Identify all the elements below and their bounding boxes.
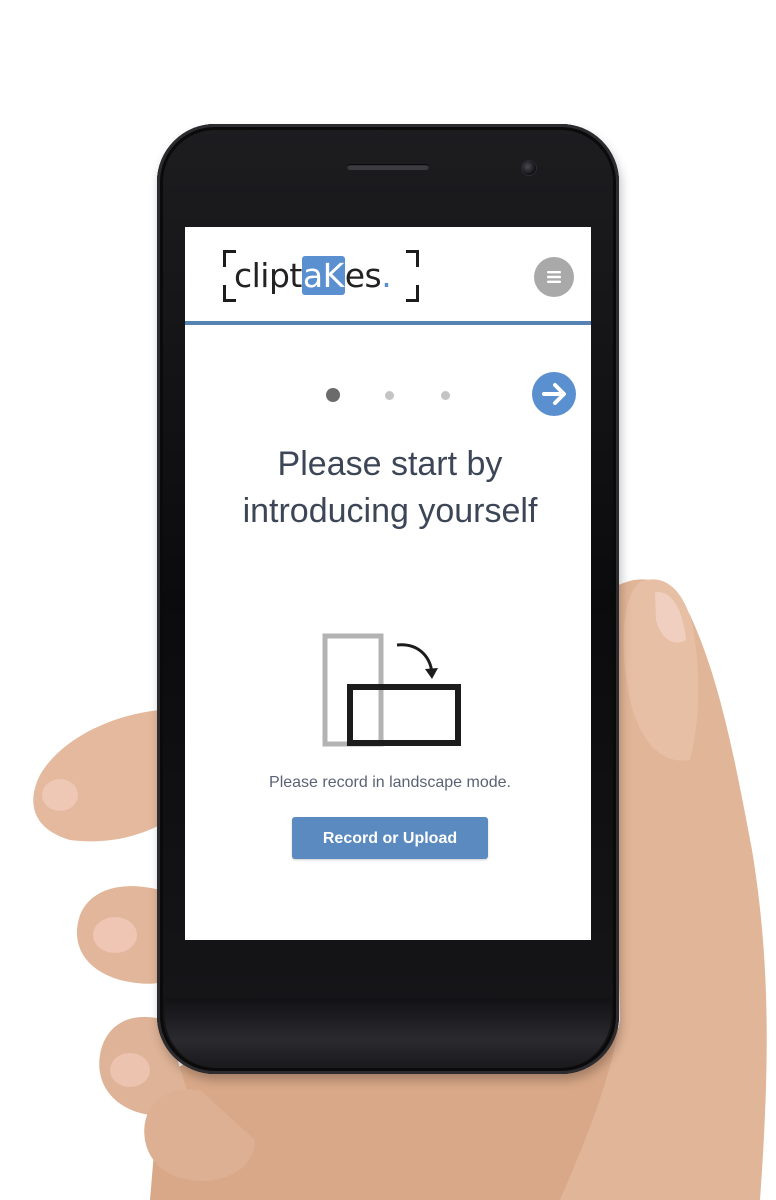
logo-bracket-top-right bbox=[406, 250, 419, 267]
logo-text-start: clipt bbox=[234, 256, 302, 295]
rotate-to-landscape-icon bbox=[322, 633, 461, 747]
page-title: Please start by introducing yourself bbox=[242, 445, 538, 530]
app-header: cliptaKes. bbox=[185, 227, 591, 325]
phone-bottom-bezel bbox=[165, 998, 611, 1068]
logo-wordmark: cliptaKes. bbox=[234, 256, 392, 295]
menu-button[interactable] bbox=[534, 257, 574, 297]
record-or-upload-button[interactable]: Record or Upload bbox=[292, 817, 488, 859]
logo-dot: . bbox=[381, 256, 392, 295]
step-indicator-3[interactable] bbox=[441, 391, 450, 400]
next-step-button[interactable] bbox=[532, 372, 576, 416]
step-indicator-1[interactable] bbox=[326, 388, 340, 402]
app-screen: cliptaKes. Please start by introducing y… bbox=[185, 227, 591, 940]
step-indicator-2[interactable] bbox=[385, 391, 394, 400]
logo-text-highlight: aK bbox=[301, 256, 345, 295]
logo-text-end: es bbox=[344, 256, 382, 295]
front-camera bbox=[521, 160, 537, 176]
cliptakes-logo[interactable]: cliptaKes. bbox=[223, 250, 419, 302]
earpiece-speaker bbox=[347, 164, 429, 170]
hamburger-icon bbox=[547, 271, 561, 283]
landscape-instruction: Please record in landscape mode. bbox=[269, 774, 511, 791]
arrow-right-icon bbox=[542, 383, 566, 405]
logo-bracket-bottom-right bbox=[406, 285, 419, 302]
